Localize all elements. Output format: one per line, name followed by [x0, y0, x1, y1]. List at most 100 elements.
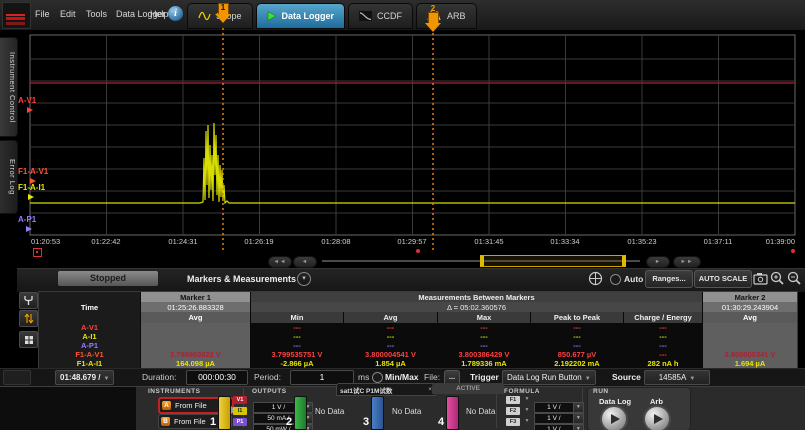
chevron-down-icon: ▼ — [103, 376, 109, 382]
scope-sine-icon — [198, 11, 211, 21]
outputs-header: OUTPUTS — [252, 388, 287, 395]
marker1-col-header: Avg — [141, 312, 250, 323]
output4-color-bar[interactable] — [446, 396, 459, 430]
formula-header: FORMULA — [504, 388, 540, 395]
markers-tool-button[interactable] — [19, 310, 38, 327]
scroll-fwd-button[interactable]: ► — [646, 256, 670, 268]
chevron-down-icon: ▼ — [573, 425, 583, 430]
markers-measurements-title: Markers & Measurements — [187, 274, 296, 284]
output1-number: 1 — [210, 416, 216, 428]
row-label[interactable]: F1-A-I1 — [39, 359, 140, 368]
f1-chip[interactable]: F1 — [506, 396, 520, 404]
row-label[interactable]: A-P1 — [39, 341, 140, 350]
chevron-down-icon[interactable]: ▼ — [524, 407, 529, 413]
menu-tools[interactable]: Tools — [86, 9, 107, 19]
cell: 850.677 µV — [531, 350, 623, 359]
crosshair-icon[interactable] — [588, 271, 603, 286]
snapshot-camera-icon[interactable] — [753, 272, 769, 285]
cell: 2.192202 mA — [531, 359, 623, 368]
v1-chip: V1 — [233, 396, 247, 404]
app-logo — [2, 2, 31, 29]
menu-file[interactable]: File — [35, 9, 50, 19]
probe-tool-button[interactable] — [19, 292, 38, 309]
markers-delta: Δ = 05:02.360576 — [251, 302, 702, 312]
play-icon — [611, 414, 620, 424]
marker2-arrow-icon — [428, 12, 439, 23]
cell: 1.789336 mA — [438, 359, 530, 368]
cell: --- — [438, 332, 530, 341]
menu-edit[interactable]: Edit — [60, 9, 76, 19]
tab-ccdf[interactable]: CCDF — [348, 3, 413, 29]
cell: --- — [531, 332, 623, 341]
f3-chip[interactable]: F3 — [506, 418, 520, 426]
duration-field[interactable]: 000:00:30 — [186, 370, 248, 385]
panel-collapse-icon[interactable]: ▾ — [297, 272, 311, 286]
sidebar-tab-instrument-control[interactable]: Instrument Control — [0, 37, 18, 137]
cell: 1.854 µA — [344, 359, 437, 368]
info-icon[interactable]: i — [168, 6, 183, 21]
col-header-charge: Charge / Energy — [624, 312, 702, 323]
x-tick: 01:26:19 — [244, 237, 273, 246]
instruments-header: INSTRUMENTS — [148, 388, 200, 395]
f2-chip[interactable]: F2 — [506, 407, 520, 415]
duration-label: Duration: — [142, 372, 177, 382]
cell: 282 nA h — [624, 359, 702, 368]
output2-number: 2 — [286, 416, 292, 428]
cell: -2.866 µA — [251, 359, 343, 368]
cell: --- — [438, 341, 530, 350]
instrument-a-icon: A — [162, 401, 171, 410]
scroll-handle[interactable] — [480, 255, 626, 267]
time-row-label: Time — [39, 302, 140, 312]
waveform-chart[interactable] — [30, 28, 795, 252]
arb-play-button[interactable] — [643, 405, 671, 430]
grid-tool-button[interactable] — [19, 331, 38, 348]
scroll-back-button[interactable]: ◄ — [293, 256, 317, 268]
f3-scale-select[interactable]: 1 V /▼ — [534, 424, 584, 430]
chevron-down-icon[interactable]: ▼ — [524, 418, 529, 424]
cell: --- — [344, 341, 437, 350]
source-dropdown[interactable]: 14585A▼ — [644, 370, 710, 385]
cell: 3.800005341 V — [703, 350, 797, 359]
minmax-label: Min/Max — [385, 372, 419, 382]
app-window: File Edit Tools Data Logger Help i Scope… — [0, 0, 805, 430]
row-label[interactable]: A-V1 — [39, 323, 140, 332]
chevron-down-icon: ▼ — [585, 376, 591, 382]
cell: --- — [251, 341, 343, 350]
menu-help[interactable]: Help — [150, 9, 169, 19]
ranges-button[interactable]: Ranges... — [645, 270, 693, 288]
chevron-down-icon[interactable]: ▼ — [524, 396, 529, 402]
output2-color-bar[interactable] — [294, 396, 307, 430]
output4-number: 4 — [438, 416, 444, 428]
trace-label-f1-a-i1[interactable]: F1-A-I1 — [18, 183, 45, 192]
row-label[interactable]: A-I1 — [39, 332, 140, 341]
row-label[interactable]: F1-A-V1 — [39, 350, 140, 359]
trace-label-a-v1[interactable]: A-V1 — [18, 96, 36, 105]
cell: 164.098 µA — [141, 359, 250, 368]
trace-label-f1-a-v1[interactable]: F1-A-V1 — [18, 167, 48, 176]
marker1-time: 01:25:26.883328 — [141, 302, 250, 312]
x-tick: 01:35:23 — [627, 237, 656, 246]
auto-scroll-checkbox[interactable] — [610, 274, 621, 285]
chevron-down-icon: ▼ — [689, 376, 695, 382]
x-tick: 01:37:11 — [704, 237, 733, 246]
trigger-dropdown[interactable]: Data Log Run Button▼ — [502, 370, 596, 385]
datalog-play-button[interactable] — [600, 405, 628, 430]
output3-color-bar[interactable] — [371, 396, 384, 430]
scroll-rewind-button[interactable]: ◄◄ — [268, 256, 292, 268]
marker2-flag[interactable]: 2 — [424, 12, 442, 38]
tab-data-logger[interactable]: Data Logger — [256, 3, 346, 29]
zoom-out-icon[interactable] — [787, 271, 802, 286]
sidebar-tab-error-log[interactable]: Error Log — [0, 140, 18, 214]
auto-scale-button[interactable]: AUTO SCALE — [694, 270, 752, 288]
minmax-checkbox[interactable] — [372, 372, 383, 383]
output1-color-bar[interactable] — [218, 396, 231, 430]
datalog-file-tab[interactable]: sat1试C P1M试数 × — [336, 383, 436, 396]
marker1-flag[interactable]: 1 — [214, 3, 232, 29]
trace-label-a-p1[interactable]: A-P1 — [18, 215, 36, 224]
zoom-in-icon[interactable] — [770, 271, 785, 286]
p1-chip: P1 — [233, 418, 247, 426]
elapsed-time-dropdown[interactable]: 01:48.679 /▼ — [55, 370, 114, 385]
scroll-fast-fwd-button[interactable]: ►► — [673, 256, 701, 268]
active-tab[interactable]: ACTIVE — [432, 383, 504, 394]
output3-number: 3 — [363, 416, 369, 428]
